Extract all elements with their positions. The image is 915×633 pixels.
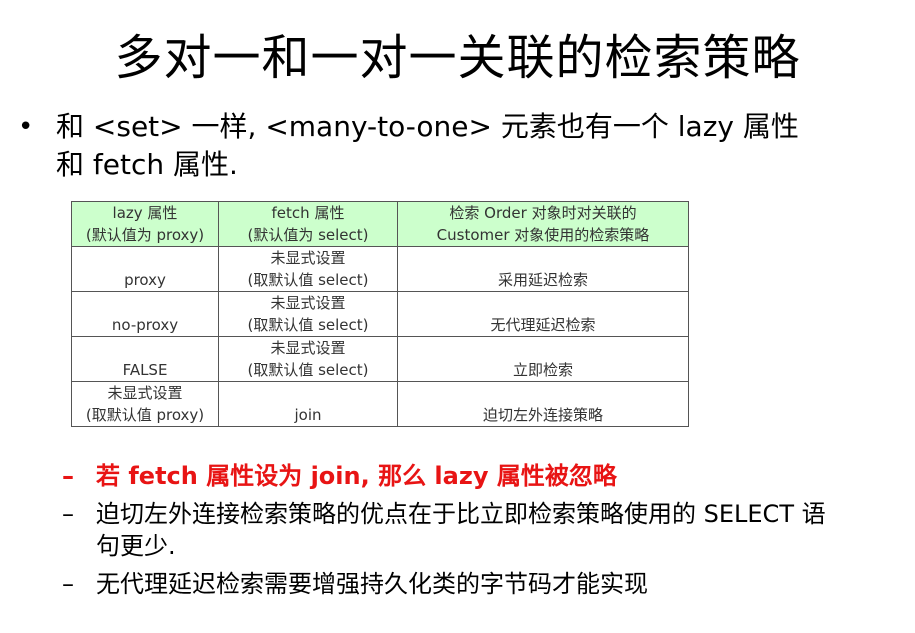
sub-item-line: 无代理延迟检索需要增强持久化类的字节码才能实现: [96, 570, 648, 598]
bullet-line: 和 fetch 属性.: [56, 148, 238, 181]
table-cell: 未显式设置 (取默认值 proxy): [71, 381, 219, 427]
table-cell: 立即检索: [397, 336, 689, 382]
table-cell: 迫切左外连接策略: [397, 381, 689, 427]
table-cell: FALSE: [71, 336, 219, 382]
header-cell-fetch: fetch 属性 (默认值为 select): [218, 201, 398, 247]
sub-item-eager-join-advantage: – 迫切左外连接检索策略的优点在于比立即检索策略使用的 SELECT 语 句更少…: [62, 498, 907, 562]
table-row: 未显式设置 (取默认值 proxy) join 迫切左外连接策略: [71, 381, 689, 427]
bullet-line: 和 <set> 一样, <many-to-one> 元素也有一个 lazy 属性: [56, 110, 799, 143]
slide-title: 多对一和一对一关联的检索策略: [114, 30, 801, 86]
dash-marker: –: [62, 570, 74, 598]
sub-item-no-proxy-note: – 无代理延迟检索需要增强持久化类的字节码才能实现: [62, 568, 907, 600]
table-row: no-proxy 未显式设置 (取默认值 select) 无代理延迟检索: [71, 291, 689, 337]
sub-item-join-note: – 若 fetch 属性设为 join, 那么 lazy 属性被忽略: [62, 460, 907, 492]
bullet-text: 和 <set> 一样, <many-to-one> 元素也有一个 lazy 属性…: [56, 108, 896, 184]
table-header-row: lazy 属性 (默认值为 proxy) fetch 属性 (默认值为 sele…: [71, 201, 689, 247]
sub-item-line: 句更少.: [96, 532, 176, 560]
table-cell: 未显式设置 (取默认值 select): [218, 291, 398, 337]
dash-marker: –: [62, 462, 74, 490]
header-cell-strategy: 检索 Order 对象时对关联的 Customer 对象使用的检索策略: [397, 201, 689, 247]
table-row: FALSE 未显式设置 (取默认值 select) 立即检索: [71, 336, 689, 382]
sub-bullet-list: – 若 fetch 属性设为 join, 那么 lazy 属性被忽略 – 迫切左…: [62, 460, 907, 606]
table-cell: 采用延迟检索: [397, 246, 689, 292]
dash-marker: –: [62, 500, 74, 528]
table-cell: no-proxy: [71, 291, 219, 337]
table-cell: 无代理延迟检索: [397, 291, 689, 337]
lazy-fetch-table: lazy 属性 (默认值为 proxy) fetch 属性 (默认值为 sele…: [71, 201, 689, 427]
bullet-marker: •: [18, 112, 34, 142]
sub-item-line: 若 fetch 属性设为 join, 那么 lazy 属性被忽略: [96, 462, 617, 490]
table-cell: 未显式设置 (取默认值 select): [218, 246, 398, 292]
table-row: proxy 未显式设置 (取默认值 select) 采用延迟检索: [71, 246, 689, 292]
table-cell: join: [218, 381, 398, 427]
sub-item-line: 迫切左外连接检索策略的优点在于比立即检索策略使用的 SELECT 语: [96, 500, 826, 528]
header-cell-lazy: lazy 属性 (默认值为 proxy): [71, 201, 219, 247]
table-cell: 未显式设置 (取默认值 select): [218, 336, 398, 382]
table-cell: proxy: [71, 246, 219, 292]
